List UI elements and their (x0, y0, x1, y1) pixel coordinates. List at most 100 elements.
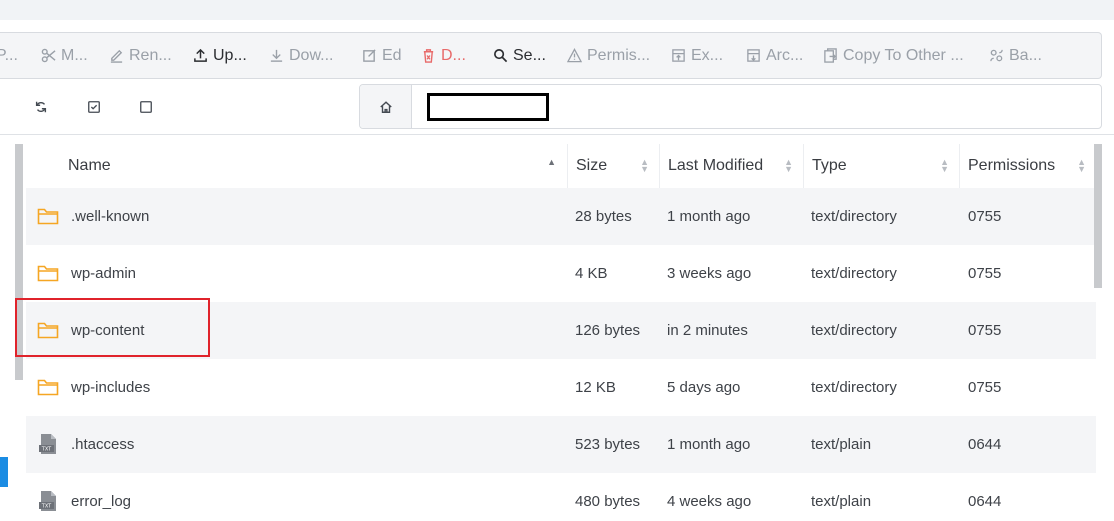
toolbar-label: Se... (513, 46, 546, 64)
download-icon (268, 48, 284, 64)
home-button[interactable] (360, 85, 412, 128)
copy-to-other-button[interactable]: Copy To Other ... (822, 33, 964, 78)
file-permissions: 0755 (968, 265, 1002, 282)
column-label: Last Modified (668, 157, 764, 174)
file-permissions: 0755 (968, 208, 1002, 225)
path-bar[interactable] (359, 84, 1102, 129)
file-size: 126 bytes (575, 322, 641, 339)
folder-icon (37, 376, 59, 398)
toolbar-label: Permis... (587, 46, 651, 64)
file-size: 480 bytes (575, 493, 641, 510)
file-name[interactable]: wp-admin (71, 245, 136, 302)
sort-icon: ▲ ▼ (1077, 157, 1086, 174)
file-type: text/plain (811, 436, 872, 453)
edit-button[interactable]: Ed (361, 33, 402, 78)
toolbar-label: Ed (382, 46, 402, 64)
file-modified: 4 weeks ago (667, 493, 752, 510)
svg-text:TXT: TXT (41, 504, 52, 510)
table-row[interactable]: TXT error_log 480 bytes 4 weeks ago text… (26, 473, 1096, 521)
table-row[interactable]: TXT .htaccess 523 bytes 1 month ago text… (26, 416, 1096, 473)
search-icon (492, 48, 508, 64)
backup-icon (988, 48, 1004, 64)
path-input-redacted[interactable] (427, 93, 549, 121)
column-header-permissions[interactable]: Permissions ▲ ▼ (959, 144, 1096, 188)
folder-icon (37, 262, 59, 284)
file-size: 4 KB (575, 265, 608, 282)
toolbar-label: D... (441, 46, 466, 64)
backup-button[interactable]: Ba... (988, 33, 1042, 78)
pencil-icon (108, 48, 124, 64)
toolbar-label: Copy To Other ... (843, 46, 964, 64)
file-size: 12 KB (575, 379, 616, 396)
file-modified: 1 month ago (667, 208, 751, 225)
sort-asc-icon: ▲ (547, 157, 556, 167)
sort-icon: ▲ ▼ (940, 157, 949, 174)
table-scrollbar[interactable] (1094, 144, 1102, 288)
search-button[interactable]: Se... (492, 33, 546, 78)
upload-button[interactable]: Up... (192, 33, 247, 78)
file-type: text/plain (811, 493, 872, 510)
extract-icon (670, 48, 686, 64)
folder-icon (37, 205, 59, 227)
extract-button[interactable]: Ex... (670, 33, 723, 78)
file-type: text/directory (811, 379, 897, 396)
toolbar-label: Ba... (1009, 46, 1042, 64)
file-name[interactable]: .htaccess (71, 416, 134, 473)
trash-icon (420, 48, 436, 64)
file-permissions: 0644 (968, 493, 1002, 510)
table-row[interactable]: wp-includes 12 KB 5 days ago text/direct… (26, 359, 1096, 416)
scissors-icon (40, 48, 56, 64)
file-type: text/directory (811, 208, 897, 225)
select-all-icon[interactable] (87, 100, 103, 116)
move-button[interactable]: M... (40, 33, 88, 78)
file-modified: 5 days ago (667, 379, 741, 396)
column-label: Size (576, 157, 608, 174)
upload-icon (192, 48, 208, 64)
sort-icon: ▲ ▼ (640, 157, 649, 174)
toolbar-partial-button[interactable]: P... (0, 33, 18, 78)
column-header-size[interactable]: Size ▲ ▼ (567, 144, 659, 188)
refresh-icon[interactable] (34, 100, 50, 116)
home-icon (379, 100, 393, 114)
toolbar-label: Ren... (129, 46, 172, 64)
warning-icon (566, 48, 582, 64)
download-button[interactable]: Dow... (268, 33, 333, 78)
file-name[interactable]: .well-known (71, 188, 149, 245)
column-header-name[interactable]: Name ▲ (26, 144, 566, 188)
file-modified: 1 month ago (667, 436, 751, 453)
file-size: 523 bytes (575, 436, 641, 453)
file-manager: P... M... Ren... Up... Dow... Ed D... S (0, 20, 1114, 521)
edit-icon (361, 48, 377, 64)
file-modified: 3 weeks ago (667, 265, 752, 282)
permissions-button[interactable]: Permis... (566, 33, 650, 78)
column-header-type[interactable]: Type ▲ ▼ (803, 144, 959, 188)
archive-button[interactable]: Arc... (745, 33, 803, 78)
txt-file-icon: TXT (37, 490, 59, 512)
delete-button[interactable]: D... (420, 33, 466, 78)
table-row[interactable]: .well-known 28 bytes 1 month ago text/di… (26, 188, 1096, 245)
file-name[interactable]: error_log (71, 473, 131, 521)
file-permissions: 0755 (968, 379, 1002, 396)
archive-icon (745, 48, 761, 64)
file-modified: in 2 minutes (667, 322, 748, 339)
side-tab-indicator[interactable] (0, 457, 8, 487)
txt-file-icon: TXT (37, 433, 59, 455)
highlight-box (15, 298, 210, 357)
file-permissions: 0644 (968, 436, 1002, 453)
file-type: text/directory (811, 322, 897, 339)
divider (0, 134, 1114, 135)
svg-text:TXT: TXT (41, 447, 52, 453)
file-permissions: 0755 (968, 322, 1002, 339)
rename-button[interactable]: Ren... (108, 33, 172, 78)
table-header: Name ▲ Size ▲ ▼ Last Modified ▲ ▼ Type ▲ ▼ … (26, 144, 1096, 188)
column-label: Permissions (968, 157, 1056, 174)
toolbar-label: Ex... (691, 46, 724, 64)
table-row[interactable]: wp-admin 4 KB 3 weeks ago text/directory… (26, 245, 1096, 302)
toolbar-label: M... (61, 46, 88, 64)
file-name[interactable]: wp-includes (71, 359, 150, 416)
deselect-icon[interactable] (139, 100, 155, 116)
toolbar-label: Dow... (289, 46, 334, 64)
toolbar: P... M... Ren... Up... Dow... Ed D... S (0, 32, 1102, 79)
copy-to-icon (822, 48, 838, 64)
column-header-modified[interactable]: Last Modified ▲ ▼ (659, 144, 803, 188)
